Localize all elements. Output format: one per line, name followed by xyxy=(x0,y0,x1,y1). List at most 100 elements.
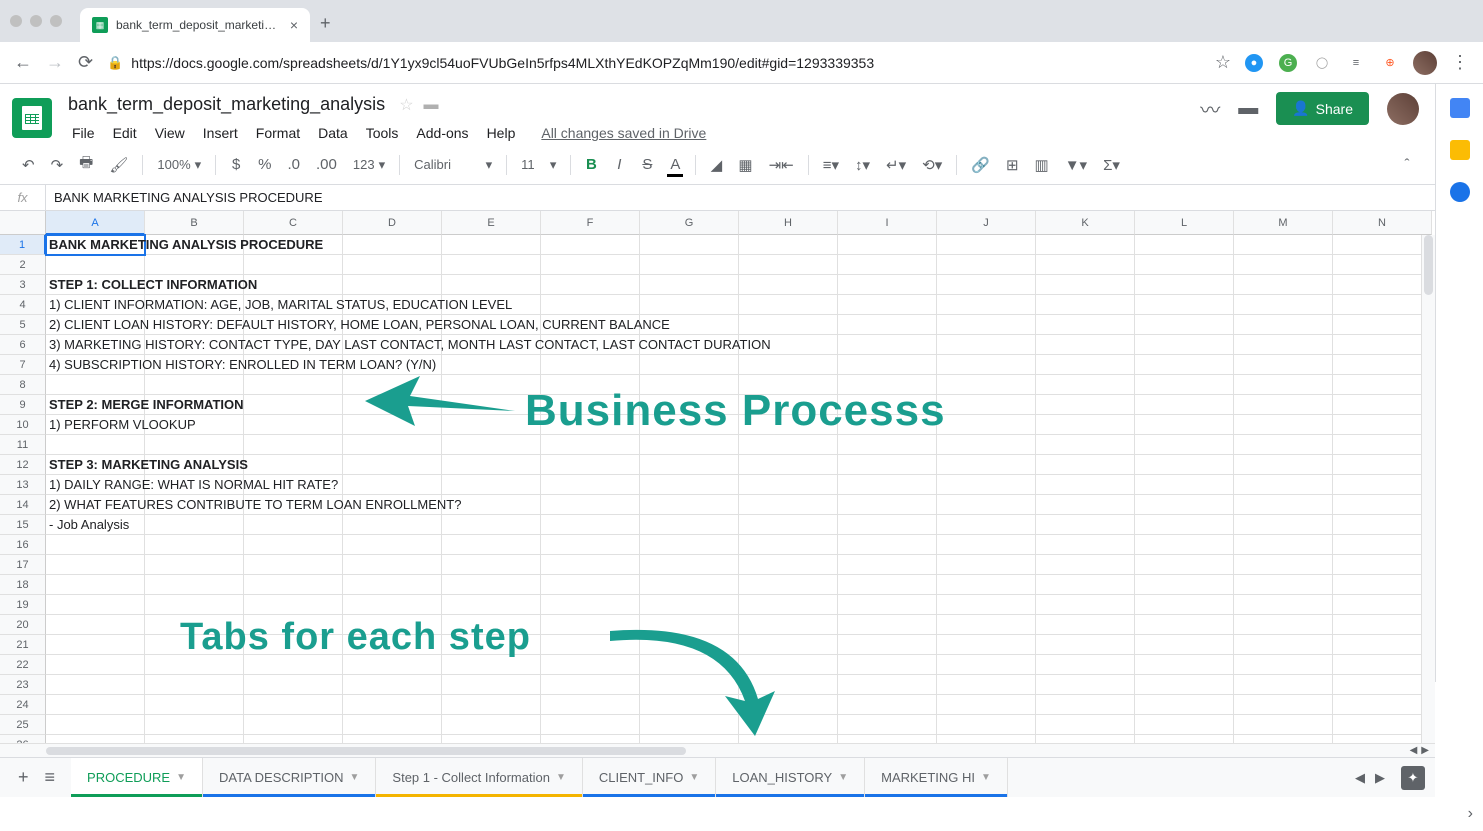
column-header[interactable]: K xyxy=(1036,211,1135,235)
cell[interactable]: BANK MARKETING ANALYSIS PROCEDURE xyxy=(46,235,145,255)
cell[interactable] xyxy=(937,315,1036,335)
menu-file[interactable]: File xyxy=(64,121,103,145)
column-header[interactable]: D xyxy=(343,211,442,235)
browser-tab[interactable]: ▦ bank_term_deposit_marketing... × xyxy=(80,8,310,42)
sheet-tab[interactable]: DATA DESCRIPTION▼ xyxy=(203,758,376,797)
merge-cells-icon[interactable]: ⇥⇤ xyxy=(763,152,800,178)
cell[interactable] xyxy=(640,355,739,375)
move-folder-icon[interactable]: ▬ xyxy=(424,96,439,113)
new-tab-button[interactable]: + xyxy=(320,13,331,34)
cell[interactable] xyxy=(1036,435,1135,455)
sheets-logo[interactable] xyxy=(12,98,52,138)
cell[interactable] xyxy=(937,555,1036,575)
cell[interactable] xyxy=(244,675,343,695)
close-window[interactable] xyxy=(10,15,22,27)
cell[interactable] xyxy=(1234,615,1333,635)
cell[interactable] xyxy=(244,615,343,635)
row-header[interactable]: 14 xyxy=(0,495,46,515)
cell[interactable] xyxy=(838,595,937,615)
cell[interactable] xyxy=(1333,415,1432,435)
cell[interactable] xyxy=(442,715,541,735)
cell[interactable] xyxy=(1234,235,1333,255)
horizontal-scrollbar[interactable]: ◀▶ xyxy=(0,743,1435,757)
cell[interactable] xyxy=(838,315,937,335)
cell[interactable]: - Job Analysis xyxy=(46,515,145,535)
cell[interactable] xyxy=(442,455,541,475)
cell[interactable] xyxy=(442,255,541,275)
cell[interactable] xyxy=(244,515,343,535)
cell[interactable]: 1) DAILY RANGE: WHAT IS NORMAL HIT RATE? xyxy=(46,475,145,495)
document-title[interactable]: bank_term_deposit_marketing_analysis xyxy=(64,92,389,117)
minimize-window[interactable] xyxy=(30,15,42,27)
calendar-icon[interactable] xyxy=(1450,98,1470,118)
cell[interactable]: 4) SUBSCRIPTION HISTORY: ENROLLED IN TER… xyxy=(46,355,145,375)
cell[interactable] xyxy=(1333,375,1432,395)
font-select[interactable]: Calibri ▾ xyxy=(408,153,498,177)
cell[interactable] xyxy=(442,275,541,295)
cell[interactable] xyxy=(1036,455,1135,475)
tasks-icon[interactable] xyxy=(1450,182,1470,202)
cell[interactable] xyxy=(1333,355,1432,375)
filter-icon[interactable]: ▼▾ xyxy=(1059,152,1093,178)
cell[interactable] xyxy=(244,255,343,275)
cell[interactable] xyxy=(1234,535,1333,555)
cell[interactable] xyxy=(1135,415,1234,435)
share-button[interactable]: 👤 Share xyxy=(1276,92,1369,125)
menu-tools[interactable]: Tools xyxy=(358,121,407,145)
cell[interactable] xyxy=(739,295,838,315)
cell[interactable] xyxy=(442,635,541,655)
cell[interactable] xyxy=(244,275,343,295)
cell[interactable] xyxy=(343,675,442,695)
cell[interactable] xyxy=(640,375,739,395)
comments-icon[interactable]: ▬ xyxy=(1238,97,1258,120)
row-header[interactable]: 13 xyxy=(0,475,46,495)
fx-label[interactable]: fx xyxy=(0,185,46,210)
cell[interactable] xyxy=(838,575,937,595)
row-header[interactable]: 23 xyxy=(0,675,46,695)
cell[interactable] xyxy=(640,435,739,455)
row-header[interactable]: 22 xyxy=(0,655,46,675)
sheet-tab[interactable]: PROCEDURE▼ xyxy=(71,758,203,797)
cell[interactable] xyxy=(244,715,343,735)
column-header[interactable]: I xyxy=(838,211,937,235)
cell[interactable] xyxy=(1036,255,1135,275)
h-align-icon[interactable]: ≡▾ xyxy=(817,152,845,178)
cell[interactable] xyxy=(145,655,244,675)
italic-icon[interactable]: I xyxy=(607,152,631,177)
cell[interactable] xyxy=(541,255,640,275)
row-header[interactable]: 8 xyxy=(0,375,46,395)
cell[interactable] xyxy=(1333,575,1432,595)
cell[interactable] xyxy=(145,695,244,715)
maximize-window[interactable] xyxy=(50,15,62,27)
row-header[interactable]: 7 xyxy=(0,355,46,375)
cell[interactable]: 1) PERFORM VLOOKUP xyxy=(46,415,145,435)
strikethrough-icon[interactable]: S xyxy=(635,152,659,177)
cell[interactable] xyxy=(937,515,1036,535)
cell[interactable] xyxy=(1333,715,1432,735)
cell[interactable] xyxy=(145,635,244,655)
cell[interactable] xyxy=(1333,695,1432,715)
cell[interactable] xyxy=(145,375,244,395)
row-header[interactable]: 24 xyxy=(0,695,46,715)
cell[interactable] xyxy=(541,455,640,475)
insert-chart-icon[interactable]: ▥ xyxy=(1029,152,1055,178)
cell[interactable] xyxy=(640,255,739,275)
extension-icon[interactable]: ◯ xyxy=(1313,54,1331,72)
cell[interactable] xyxy=(640,575,739,595)
cell[interactable] xyxy=(1333,315,1432,335)
fill-color-icon[interactable]: ◢ xyxy=(704,152,728,178)
cell[interactable] xyxy=(442,555,541,575)
cell[interactable]: 2) CLIENT LOAN HISTORY: DEFAULT HISTORY,… xyxy=(46,315,145,335)
cell[interactable] xyxy=(145,735,244,743)
cell[interactable] xyxy=(145,435,244,455)
cell[interactable] xyxy=(1234,695,1333,715)
cell[interactable] xyxy=(145,535,244,555)
format-currency-icon[interactable]: $ xyxy=(224,152,248,177)
cell[interactable] xyxy=(1234,675,1333,695)
cell[interactable] xyxy=(1333,615,1432,635)
cell[interactable] xyxy=(640,495,739,515)
format-percent-icon[interactable]: % xyxy=(252,152,277,177)
cell[interactable] xyxy=(244,655,343,675)
number-format-select[interactable]: 123▾ xyxy=(347,153,391,177)
cell[interactable] xyxy=(1333,735,1432,743)
